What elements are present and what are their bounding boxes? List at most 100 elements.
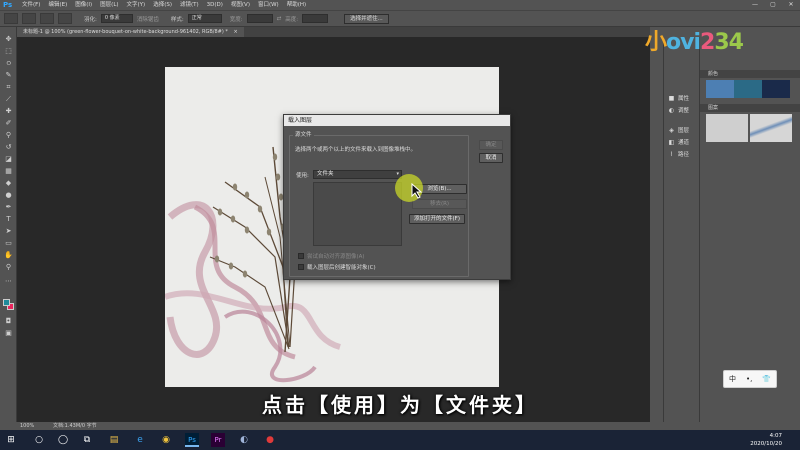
properties-panel-button[interactable]: ■ 属性 bbox=[668, 93, 689, 103]
logo-part: 小 bbox=[645, 30, 667, 55]
ime-mode-toggle[interactable]: 中 bbox=[729, 374, 736, 384]
menu-filter[interactable]: 滤镜(T) bbox=[176, 0, 203, 10]
use-select[interactable]: 文件夹 ▾ bbox=[313, 170, 402, 179]
height-label: 高度: bbox=[285, 16, 299, 23]
marquee-tool-preset[interactable] bbox=[4, 13, 18, 24]
tab-close-icon[interactable]: × bbox=[233, 29, 237, 35]
swap-icon[interactable]: ⇄ bbox=[277, 16, 282, 22]
new-selection-icon[interactable] bbox=[22, 13, 36, 24]
smart-object-checkbox[interactable] bbox=[298, 264, 304, 270]
photoshop-taskbar-icon[interactable]: Ps bbox=[185, 433, 199, 447]
marquee-tool-icon[interactable]: ⬚ bbox=[3, 47, 14, 56]
auto-align-checkbox[interactable] bbox=[298, 253, 304, 259]
logo-part: 34 bbox=[714, 30, 744, 55]
patterns-panel-header[interactable]: 图案 bbox=[700, 104, 800, 112]
crop-tool-icon[interactable]: ⌗ bbox=[3, 83, 14, 92]
system-clock[interactable]: 4:07 2020/10/20 bbox=[750, 432, 782, 448]
premiere-taskbar-icon[interactable]: Pr bbox=[211, 433, 225, 447]
move-tool-icon[interactable]: ✥ bbox=[3, 35, 14, 44]
pattern-thumbnail[interactable] bbox=[750, 114, 792, 142]
search-icon[interactable]: ○ bbox=[32, 433, 46, 447]
windows-start-icon[interactable]: ⊞ bbox=[4, 433, 18, 447]
pattern-thumbnail[interactable] bbox=[706, 114, 748, 142]
feather-input[interactable]: 0 像素 bbox=[100, 14, 133, 23]
document-tab[interactable]: 未标题-1 @ 100% (green-flower-bouquet-on-wh… bbox=[17, 27, 244, 37]
task-view-icon[interactable]: ⧉ bbox=[80, 433, 94, 447]
edge-browser-icon[interactable]: e bbox=[133, 433, 147, 447]
lasso-tool-icon[interactable]: ഠ bbox=[3, 59, 14, 68]
cancel-button[interactable]: 取消 bbox=[479, 153, 503, 163]
zoom-tool-icon[interactable]: ⚲ bbox=[3, 263, 14, 272]
more-tools-icon[interactable]: ⋯ bbox=[3, 277, 14, 286]
status-bar: 100% 文档:1.43M/0 字节 bbox=[17, 422, 663, 430]
style-select[interactable]: 正常 bbox=[187, 14, 222, 23]
rectangle-tool-icon[interactable]: ▭ bbox=[3, 239, 14, 248]
quick-select-tool-icon[interactable]: ✎ bbox=[3, 71, 14, 80]
menu-image[interactable]: 图像(I) bbox=[71, 0, 96, 10]
add-selection-icon[interactable] bbox=[40, 13, 54, 24]
channels-panel-button[interactable]: ◧ 通道 bbox=[668, 137, 689, 147]
adjustments-panel-button[interactable]: ◐ 调整 bbox=[668, 105, 689, 115]
menu-type[interactable]: 文字(Y) bbox=[123, 0, 150, 10]
menu-file[interactable]: 文件(F) bbox=[18, 0, 44, 10]
width-label: 宽度: bbox=[229, 16, 243, 23]
paths-panel-button[interactable]: ⌇ 路径 bbox=[668, 149, 689, 159]
foreground-color-swatch[interactable] bbox=[3, 299, 10, 306]
file-explorer-icon[interactable]: ▤ bbox=[107, 433, 121, 447]
hand-tool-icon[interactable]: ✋ bbox=[3, 251, 14, 260]
menu-edit[interactable]: 编辑(E) bbox=[44, 0, 71, 10]
menu-view[interactable]: 视图(V) bbox=[227, 0, 254, 10]
zoom-level[interactable]: 100% bbox=[20, 422, 34, 430]
swatches-panel-header[interactable]: 颜色 bbox=[700, 70, 800, 78]
file-list[interactable] bbox=[313, 182, 402, 246]
swatch-navy[interactable] bbox=[762, 80, 790, 98]
history-brush-icon[interactable]: ↺ bbox=[3, 143, 14, 152]
adjustments-label: 调整 bbox=[678, 108, 690, 114]
app-taskbar-icon[interactable]: ◐ bbox=[237, 433, 251, 447]
ime-punctuation-toggle[interactable]: •, bbox=[746, 375, 752, 383]
load-layers-dialog: 载入图层 源文件 选择两个或两个以上的文件来载入到图像堆栈中。 使用: 文件夹 … bbox=[283, 114, 511, 280]
select-and-mask-button[interactable]: 选择并遮住... bbox=[344, 13, 389, 24]
layers-label: 图层 bbox=[678, 128, 690, 134]
antialias-label[interactable]: 消除锯齿 bbox=[137, 15, 159, 23]
brush-tool-icon[interactable]: ✐ bbox=[3, 119, 14, 128]
swatch-teal[interactable] bbox=[734, 80, 762, 98]
quick-mask-icon[interactable]: ◘ bbox=[3, 317, 14, 326]
path-select-icon[interactable]: ➤ bbox=[3, 227, 14, 236]
healing-brush-icon[interactable]: ✚ bbox=[3, 107, 14, 116]
cortana-icon[interactable]: ◯ bbox=[56, 433, 70, 447]
layers-panel-button[interactable]: ◈ 图层 bbox=[668, 125, 689, 135]
clone-stamp-icon[interactable]: ⚲ bbox=[3, 131, 14, 140]
gradient-tool-icon[interactable]: ▦ bbox=[3, 167, 14, 176]
blur-tool-icon[interactable]: ◆ bbox=[3, 179, 14, 188]
smart-object-label: 载入图层后创建智能对象(C) bbox=[307, 265, 376, 271]
chrome-icon[interactable]: ◉ bbox=[159, 433, 173, 447]
pen-tool-icon[interactable]: ✒ bbox=[3, 203, 14, 212]
adjustments-icon: ◐ bbox=[668, 106, 675, 114]
ime-skin-icon[interactable]: 👕 bbox=[762, 375, 771, 383]
ime-toolbar: 中 •, 👕 bbox=[723, 370, 777, 388]
menu-window[interactable]: 窗口(W) bbox=[254, 0, 283, 10]
eraser-tool-icon[interactable]: ◪ bbox=[3, 155, 14, 164]
screen-mode-icon[interactable]: ▣ bbox=[3, 329, 14, 338]
type-tool-icon[interactable]: T bbox=[3, 215, 14, 224]
swatch-blue[interactable] bbox=[706, 80, 734, 98]
minimize-button[interactable]: — bbox=[746, 0, 764, 10]
menu-bar: Ps 文件(F) 编辑(E) 图像(I) 图层(L) 文字(Y) 选择(S) 滤… bbox=[0, 0, 800, 10]
add-open-files-button[interactable]: 添加打开的文件(F) bbox=[409, 214, 465, 224]
subtract-selection-icon[interactable] bbox=[58, 13, 72, 24]
menu-select[interactable]: 选择(S) bbox=[149, 0, 176, 10]
maximize-button[interactable]: ▢ bbox=[764, 0, 782, 10]
eyedropper-tool-icon[interactable]: ⟋ bbox=[3, 95, 14, 104]
menu-help[interactable]: 帮助(H) bbox=[283, 0, 310, 10]
remove-button[interactable]: 移去(R) bbox=[412, 199, 467, 209]
menu-3d[interactable]: 3D(D) bbox=[203, 0, 227, 10]
recorder-taskbar-icon[interactable]: ● bbox=[263, 433, 277, 447]
close-button[interactable]: ✕ bbox=[782, 0, 800, 10]
menu-layer[interactable]: 图层(L) bbox=[96, 0, 122, 10]
ok-button[interactable]: 确定 bbox=[479, 140, 503, 150]
height-input[interactable] bbox=[302, 14, 329, 23]
width-input[interactable] bbox=[246, 14, 273, 23]
document-size[interactable]: 文档:1.43M/0 字节 bbox=[53, 422, 97, 430]
dodge-tool-icon[interactable]: ● bbox=[3, 191, 14, 200]
